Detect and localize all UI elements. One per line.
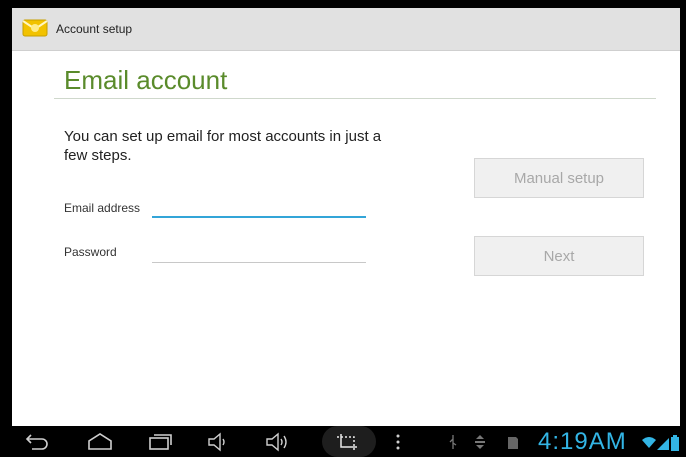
home-icon[interactable] [86,432,114,452]
wifi-icon [642,434,656,450]
usb-icon [446,434,460,450]
back-icon[interactable] [22,432,50,452]
right-black-strip [680,8,686,426]
email-label: Email address [64,201,141,215]
title-divider [54,98,656,99]
password-label: Password [64,245,117,259]
menu-icon[interactable] [390,432,406,452]
volume-down-icon[interactable] [206,432,234,452]
page-title: Email account [64,65,228,95]
sd-card-icon [506,436,520,450]
next-button[interactable]: Next [474,236,644,276]
intro-text: You can set up email for most accounts i… [64,128,382,164]
action-bar: Account setup [12,8,680,51]
sync-icon [472,434,488,450]
recent-apps-icon[interactable] [146,432,174,452]
battery-icon [670,435,680,451]
actionbar-title: Account setup [56,22,133,36]
status-clock: 4:19AM [538,428,627,455]
password-input[interactable] [152,240,370,264]
email-account-form: Email account You can set up email for m… [12,51,680,426]
top-black-strip [0,0,686,8]
email-field[interactable] [152,194,370,218]
signal-icon [657,436,669,450]
volume-up-icon[interactable] [264,432,292,452]
password-field[interactable] [152,240,370,264]
left-black-strip [0,8,12,426]
screenshot-icon[interactable] [335,432,363,452]
email-app-icon [22,18,48,38]
manual-setup-button[interactable]: Manual setup [474,158,644,198]
email-input[interactable] [152,194,370,218]
screen: Account setup Email account You can set … [0,0,686,457]
